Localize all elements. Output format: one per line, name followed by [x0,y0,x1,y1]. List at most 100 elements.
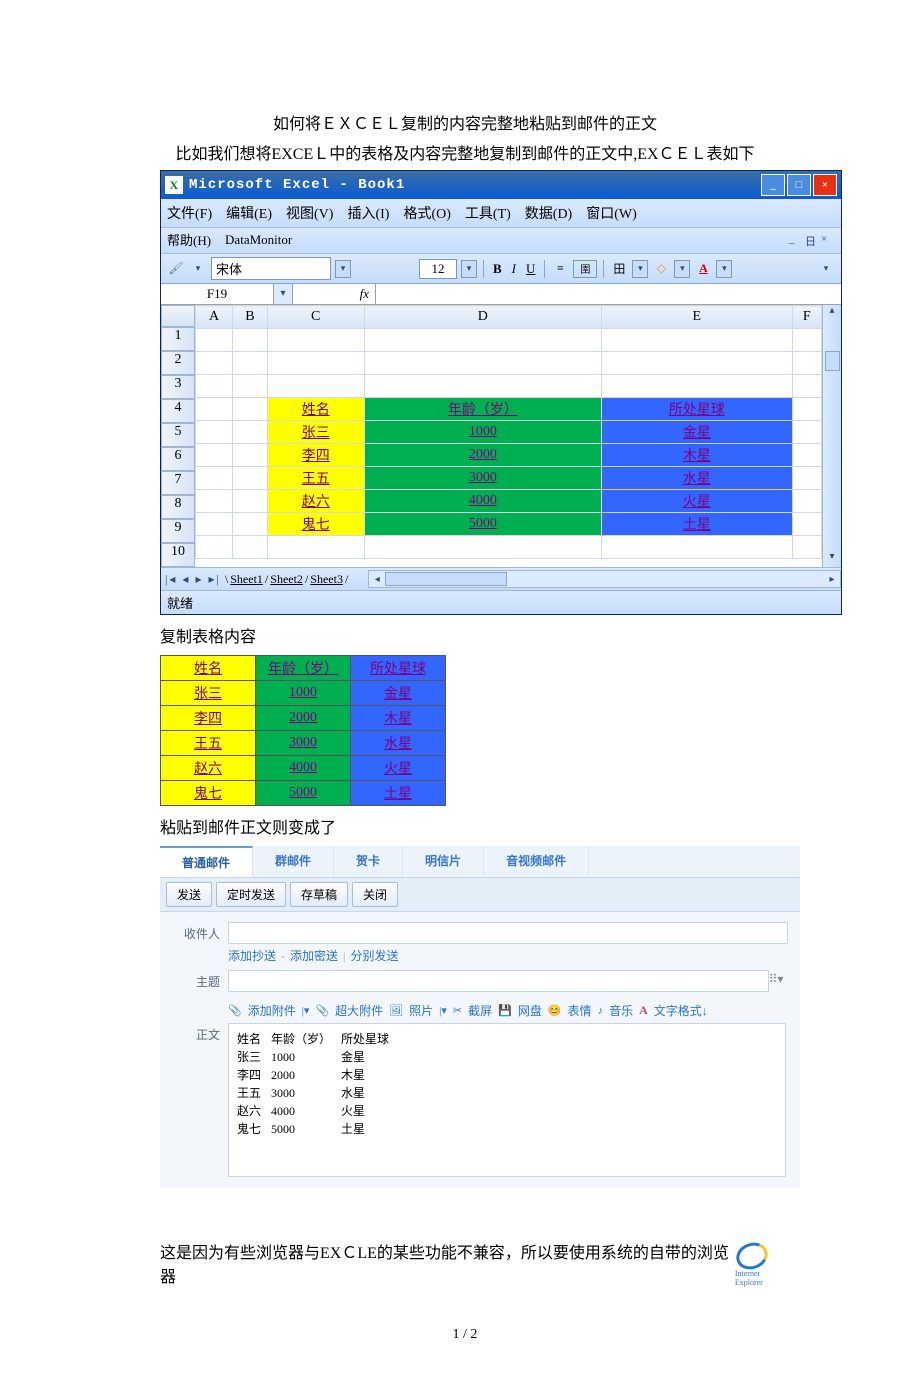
minimize-button[interactable]: _ [761,174,785,196]
page-number: 1 / 2 [160,1327,770,1343]
col-header[interactable]: A [196,306,233,329]
send-separately-link[interactable]: 分别发送 [350,949,398,963]
emoji-link[interactable]: 表情 [568,1002,592,1019]
excel-window: X Microsoft Excel - Book1 _ □ × 文件(F) 编辑… [160,170,842,615]
menu-file[interactable]: 文件(F) [167,203,212,223]
scheduled-send-button[interactable]: 定时发送 [216,882,286,907]
borders-icon[interactable]: 田 [610,261,628,277]
netdisk-link[interactable]: 网盘 [518,1002,542,1019]
spreadsheet-grid[interactable]: A B C D E F 姓名年龄（岁）所处星球 张三1000金星 李四2000木… [195,305,822,559]
font-color-icon[interactable]: A [694,261,712,277]
scroll-left-icon[interactable]: ◂ [369,574,385,585]
scroll-up-icon[interactable]: ▴ [823,305,841,321]
scroll-down-icon[interactable]: ▾ [823,551,841,567]
add-attachment-link[interactable]: 添加附件 [248,1002,296,1019]
col-header[interactable]: C [267,306,364,329]
close-button[interactable]: × [813,174,837,196]
subject-input[interactable] [228,970,769,992]
col-header[interactable]: F [792,306,821,329]
menu-format[interactable]: 格式(O) [403,203,450,223]
tab-normal-mail[interactable]: 普通邮件 [160,846,253,877]
scroll-thumb[interactable] [825,351,840,371]
workbook-restore-icon[interactable]: 日 [805,233,819,247]
tab-greeting-card[interactable]: 贺卡 [334,846,403,877]
add-cc-link[interactable]: 添加抄送 [228,949,276,963]
row-header[interactable]: 2 [161,351,195,375]
fontsize-selector[interactable]: 12 [419,259,457,279]
row-header[interactable]: 3 [161,375,195,399]
save-draft-button[interactable]: 存草稿 [290,882,348,907]
music-link[interactable]: 音乐 [609,1002,633,1019]
doc-subtitle: 比如我们想将EXCEＬ中的表格及内容完整地复制到邮件的正文中,EXＣＥＬ表如下 [160,140,770,164]
italic-button[interactable]: I [509,261,519,277]
photo-link[interactable]: 照片 [409,1002,433,1019]
fill-dd-icon[interactable]: ▾ [674,260,690,278]
menu-help[interactable]: 帮助(H) [167,230,211,249]
menu-edit[interactable]: 编辑(E) [226,203,272,223]
hscroll-thumb[interactable] [385,572,507,586]
toolbar-opts-icon[interactable]: ▾ [189,261,207,277]
mail-type-tabs: 普通邮件 群邮件 贺卡 明信片 音视频邮件 [160,846,800,878]
mail-body-editor[interactable]: 姓名年龄（岁）所处星球 张三1000金星 李四2000木星 王五3000水星 赵… [228,1023,786,1177]
add-bcc-link[interactable]: 添加密送 [290,949,338,963]
menu-view[interactable]: 视图(V) [286,203,333,223]
name-box[interactable]: F19 [161,284,274,304]
close-mail-button[interactable]: 关闭 [352,882,398,907]
maximize-button[interactable]: □ [787,174,811,196]
recipient-input[interactable] [228,922,788,944]
scroll-right-icon[interactable]: ▸ [824,574,840,585]
formula-input[interactable] [376,284,841,304]
sheet-tab[interactable]: Sheet3 [308,572,345,586]
format-painter-icon[interactable]: 🖌 [167,261,185,277]
sheet-tab[interactable]: Sheet1 [228,572,265,586]
bold-button[interactable]: B [490,261,505,277]
ie-icon[interactable]: Internet Explorer [735,1243,770,1287]
toolbar-opts2-icon[interactable]: ▾ [817,261,835,277]
row-header[interactable]: 4 [161,399,195,423]
row-header[interactable]: 9 [161,519,195,543]
menu-tools[interactable]: 工具(T) [465,203,511,223]
merge-center-icon[interactable]: 圉 [573,260,597,278]
workbook-close-icon[interactable]: × [821,233,835,247]
cell: 赵六 [267,490,364,513]
font-selector[interactable]: 宋体 [211,257,331,280]
tab-group-mail[interactable]: 群邮件 [253,846,334,877]
menu-insert[interactable]: 插入(I) [347,203,389,223]
row-header[interactable]: 6 [161,447,195,471]
send-button[interactable]: 发送 [166,882,212,907]
workbook-minimize-icon[interactable]: _ [789,233,803,247]
namebox-dropdown-icon[interactable]: ▾ [274,284,293,304]
sheet-nav-buttons[interactable]: |◂ ◂ ▸ ▸| [161,572,225,587]
row-header[interactable]: 8 [161,495,195,519]
col-header[interactable]: B [233,306,268,329]
menu-data[interactable]: 数据(D) [525,203,572,223]
cell: 水星 [602,467,793,490]
horizontal-scrollbar[interactable]: ◂ ▸ [368,570,841,588]
excel-title-text: Microsoft Excel - Book1 [189,177,759,193]
big-attachment-link[interactable]: 超大附件 [335,1002,383,1019]
row-header[interactable]: 5 [161,423,195,447]
vertical-scrollbar[interactable]: ▴ ▾ [822,305,841,567]
fontcolor-dd-icon[interactable]: ▾ [716,260,732,278]
row-header[interactable]: 7 [161,471,195,495]
text-format-link[interactable]: 文字格式↓ [654,1002,708,1019]
tab-av-mail[interactable]: 音视频邮件 [484,846,589,877]
font-dropdown-icon[interactable]: ▾ [335,260,351,278]
sheet-tab[interactable]: Sheet2 [268,572,305,586]
menu-window[interactable]: 窗口(W) [586,203,637,223]
borders-dd-icon[interactable]: ▾ [632,260,648,278]
fill-color-icon[interactable]: ◇ [652,261,670,277]
subject-opts-icon[interactable]: ⠿▾ [769,972,786,990]
copied-table: 姓名年龄（岁）所处星球 张三1000金星 李四2000木星 王五3000水星 赵… [160,655,446,806]
tab-postcard[interactable]: 明信片 [403,846,484,877]
col-header[interactable]: E [602,306,793,329]
screenshot-link[interactable]: 截屏 [468,1002,492,1019]
fontsize-dropdown-icon[interactable]: ▾ [461,260,477,278]
row-header[interactable]: 1 [161,327,195,351]
align-left-icon[interactable]: ≡ [551,261,569,277]
row-header[interactable]: 10 [161,543,195,567]
select-all-corner[interactable] [161,305,195,327]
col-header[interactable]: D [364,306,601,329]
underline-button[interactable]: U [523,261,538,277]
menu-datamonitor[interactable]: DataMonitor [225,232,292,248]
